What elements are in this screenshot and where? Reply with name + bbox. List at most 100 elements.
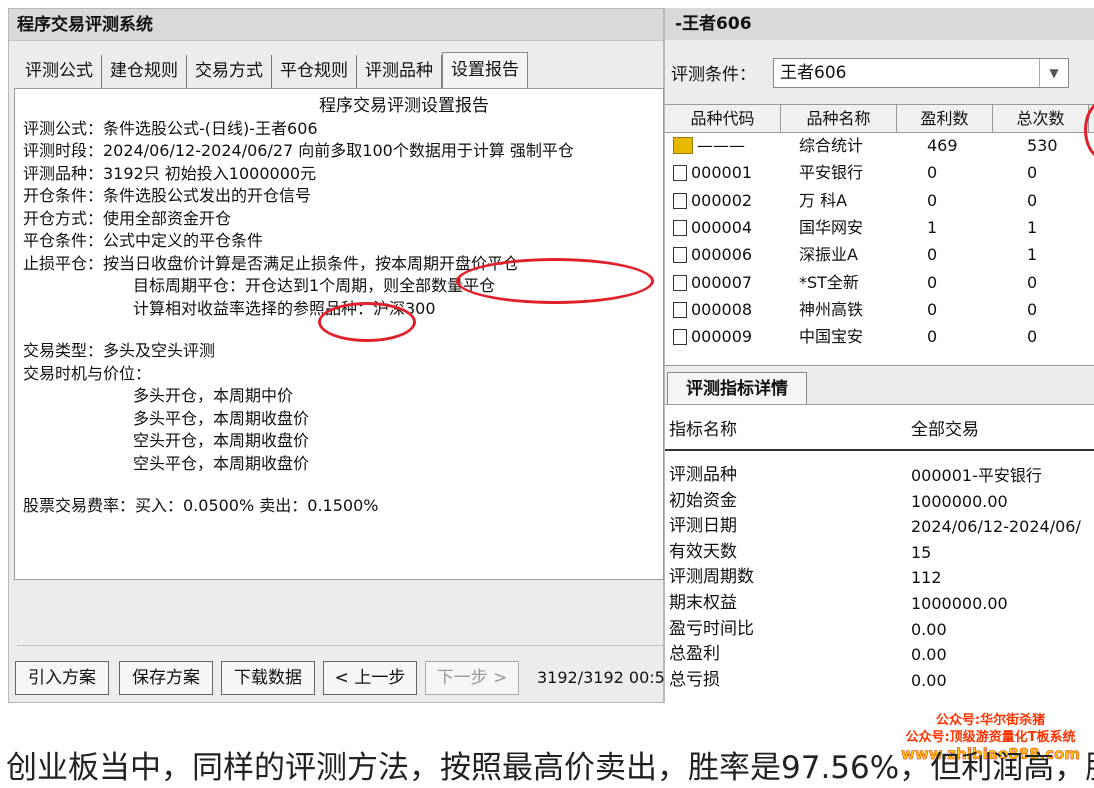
col-header-name[interactable]: 品种名称 <box>781 105 897 132</box>
report-line: 评测品种：3192只 初始投入1000000元 <box>23 163 317 183</box>
metric-row: 总亏损 0.00 <box>665 668 1094 694</box>
import-plan-button[interactable]: 引入方案 <box>15 661 109 695</box>
tab-bar: 评测公式 建仓规则 交易方式 平仓规则 评测品种 设置报告 <box>17 52 657 90</box>
cell-name: 深振业A <box>799 245 858 265</box>
metric-name: 评测日期 <box>669 516 737 537</box>
cell-profit: 0 <box>927 190 938 210</box>
highlight-circle <box>318 302 416 342</box>
cell-name: 平安银行 <box>799 163 864 183</box>
metric-value: 1000000.00 <box>911 491 1008 511</box>
cell-code: ——— <box>673 132 745 159</box>
table-row[interactable]: 000009 中国宝安 0 0 <box>665 323 1094 350</box>
cell-profit: 1 <box>927 217 938 237</box>
cell-name: 国华网安 <box>799 217 864 237</box>
folder-icon <box>673 301 687 318</box>
results-title: -王者606 <box>665 8 1094 40</box>
cell-code: 000009 <box>673 323 752 350</box>
table-row[interactable]: 000004 国华网安 1 1 <box>665 214 1094 241</box>
tab-instruments[interactable]: 评测品种 <box>357 55 442 89</box>
report-line: 平仓条件：公式中定义的平仓条件 <box>23 231 264 250</box>
metric-name: 初始资金 <box>669 490 737 511</box>
results-window: -王者606 评测条件： 王者606 ▼ 品种代码 品种名称 盈利数 总次数 —… <box>664 8 1094 703</box>
report-line: 交易类型：多头及空头评测 <box>23 341 216 360</box>
report-line: 空头平仓，本周期收盘价 <box>133 453 310 473</box>
table-row[interactable]: 000001 平安银行 0 0 <box>665 159 1094 186</box>
tab-formula[interactable]: 评测公式 <box>17 55 102 89</box>
cell-total: 1 <box>1027 217 1038 237</box>
code-text: 000007 <box>691 272 753 292</box>
metric-value: 0.00 <box>911 619 947 639</box>
metric-row: 总盈利 0.00 <box>665 642 1094 668</box>
cell-profit: 0 <box>927 327 938 347</box>
report-line: 多头开仓，本周期中价 <box>133 386 294 405</box>
folder-icon <box>673 165 687 182</box>
metric-value: 0.00 <box>911 670 947 690</box>
table-row[interactable]: 000007 *ST全新 0 0 <box>665 269 1094 296</box>
table-row[interactable]: 000008 神州高铁 0 0 <box>665 296 1094 323</box>
tab-close-rules[interactable]: 平仓规则 <box>272 55 357 89</box>
tab-open-rules[interactable]: 建仓规则 <box>102 55 187 89</box>
cell-profit: 469 <box>927 136 958 155</box>
metric-name: 总亏损 <box>669 669 720 690</box>
report-title: 程序交易评测设置报告 <box>319 96 489 116</box>
report-line: 空头开仓，本周期收盘价 <box>133 431 310 450</box>
report-line: 开仓条件：条件选股公式发出的开仓信号 <box>23 186 312 205</box>
highlight-circle <box>456 258 654 304</box>
table-row[interactable]: 000002 万 科A 0 0 <box>665 187 1094 214</box>
download-data-button[interactable]: 下载数据 <box>221 661 315 695</box>
metrics-panel: 指标名称 全部交易 评测品种 000001-平安银行 初始资金 1000000.00 评… <box>665 404 1094 703</box>
cell-profit: 0 <box>927 163 938 183</box>
metric-name: 总盈利 <box>669 644 720 665</box>
cell-code: 000001 <box>673 159 752 186</box>
condition-select[interactable]: 王者606 ▼ <box>773 58 1069 88</box>
cell-code: 000002 <box>673 187 752 214</box>
col-header-code[interactable]: 品种代码 <box>665 105 781 132</box>
grid-header: 品种代码 品种名称 盈利数 总次数 <box>665 105 1094 133</box>
metric-row: 评测品种 000001-平安银行 <box>665 463 1094 489</box>
metric-row: 评测日期 2024/06/12-2024/06/ <box>665 514 1094 540</box>
cell-profit: 0 <box>927 245 938 265</box>
metric-name: 评测周期数 <box>669 567 754 588</box>
chevron-down-icon[interactable]: ▼ <box>1039 59 1068 87</box>
cell-total: 0 <box>1027 190 1038 210</box>
next-step-button[interactable]: 下一步 > <box>425 661 519 695</box>
tab-report[interactable]: 设置报告 <box>442 52 528 89</box>
metric-name: 盈亏时间比 <box>669 618 754 639</box>
cell-total: 0 <box>1027 327 1038 347</box>
tab-metrics-detail[interactable]: 评测指标详情 <box>667 372 807 404</box>
divider <box>665 449 1094 451</box>
metrics-col-all: 全部交易 <box>911 420 979 440</box>
col-header-profit[interactable]: 盈利数 <box>897 105 993 132</box>
metric-value: 112 <box>911 568 942 588</box>
folder-icon <box>673 137 693 154</box>
table-row[interactable]: ——— 综合统计 469 530 <box>665 132 1094 159</box>
metric-value: 0.00 <box>911 645 947 665</box>
cell-code: 000008 <box>673 296 752 323</box>
code-text: 000001 <box>691 163 753 183</box>
watermark-line: 公众号:华尔街杀猪 <box>935 713 1046 728</box>
metric-value: 000001-平安银行 <box>911 466 1042 485</box>
metric-value: 2024/06/12-2024/06/ <box>911 517 1081 537</box>
metric-row: 盈亏时间比 0.00 <box>665 617 1094 643</box>
cell-profit: 0 <box>927 299 938 319</box>
code-text: 000004 <box>691 217 753 237</box>
save-plan-button[interactable]: 保存方案 <box>119 661 213 695</box>
folder-icon <box>673 219 687 236</box>
metric-row: 有效天数 15 <box>665 540 1094 566</box>
progress-counter: 3192/3192 00:5 <box>537 668 665 687</box>
code-text: 000002 <box>691 190 753 210</box>
code-text: 000006 <box>691 245 753 265</box>
tab-trade-mode[interactable]: 交易方式 <box>187 55 272 89</box>
cell-code: 000007 <box>673 269 752 296</box>
metric-name: 有效天数 <box>669 541 737 562</box>
metric-name: 评测品种 <box>669 465 737 485</box>
prev-step-button[interactable]: < 上一步 <box>323 661 417 695</box>
window-title: 程序交易评测系统 <box>9 9 663 41</box>
metrics-col-name: 指标名称 <box>669 420 737 440</box>
results-grid: 品种代码 品种名称 盈利数 总次数 ——— 综合统计 469 530 000001 平安银… <box>665 104 1094 366</box>
cell-total: 0 <box>1027 272 1038 292</box>
table-row[interactable]: 000006 深振业A 0 1 <box>665 241 1094 268</box>
cell-total: 0 <box>1027 163 1038 183</box>
col-header-total[interactable]: 总次数 <box>993 105 1089 132</box>
cell-profit: 0 <box>927 272 938 292</box>
